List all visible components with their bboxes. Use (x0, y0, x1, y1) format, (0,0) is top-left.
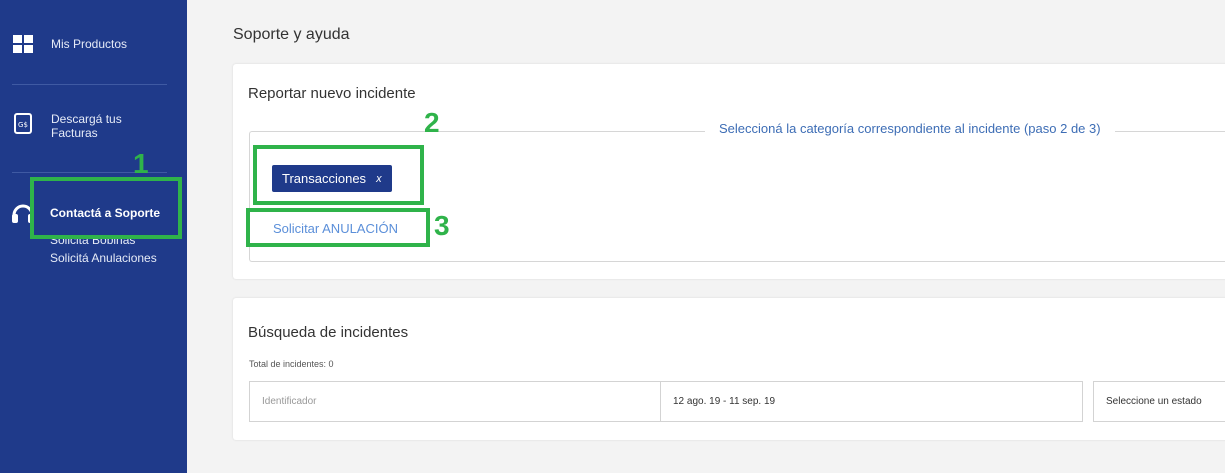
divider (12, 84, 167, 85)
highlight-box-3 (246, 208, 430, 247)
sidebar-item-label: Descargá tus Facturas (51, 112, 122, 140)
sidebar-item-facturas[interactable]: G$ Descargá tus Facturas (12, 112, 122, 140)
search-card: Búsqueda de incidentes Total de incident… (233, 298, 1225, 440)
total-count: Total de incidentes: 0 (249, 359, 334, 369)
highlight-box-2 (253, 145, 424, 205)
annotation-number-3: 3 (434, 210, 450, 241)
date-range-input[interactable]: 12 ago. 19 - 11 sep. 19 (660, 381, 1083, 422)
invoice-icon: G$ (14, 113, 32, 134)
highlight-box-1 (30, 177, 182, 239)
annotation-number-1: 1 (133, 148, 149, 179)
sidebar-item-mis-productos[interactable]: Mis Productos (12, 33, 127, 55)
category-legend: Seleccioná la categoría correspondiente … (705, 121, 1115, 136)
state-select[interactable]: Seleccione un estado (1093, 381, 1225, 422)
sub-link-anulaciones[interactable]: Solicitá Anulaciones (50, 251, 157, 265)
search-title: Búsqueda de incidentes (248, 324, 409, 341)
annotation-number-2: 2 (424, 107, 440, 138)
report-title: Reportar nuevo incidente (248, 85, 416, 102)
page-title: Soporte y ayuda (233, 26, 350, 43)
grid-icon (13, 35, 33, 53)
svg-text:G$: G$ (18, 121, 28, 129)
identifier-input[interactable]: Identificador (249, 381, 662, 422)
sidebar-item-label: Mis Productos (51, 37, 128, 51)
